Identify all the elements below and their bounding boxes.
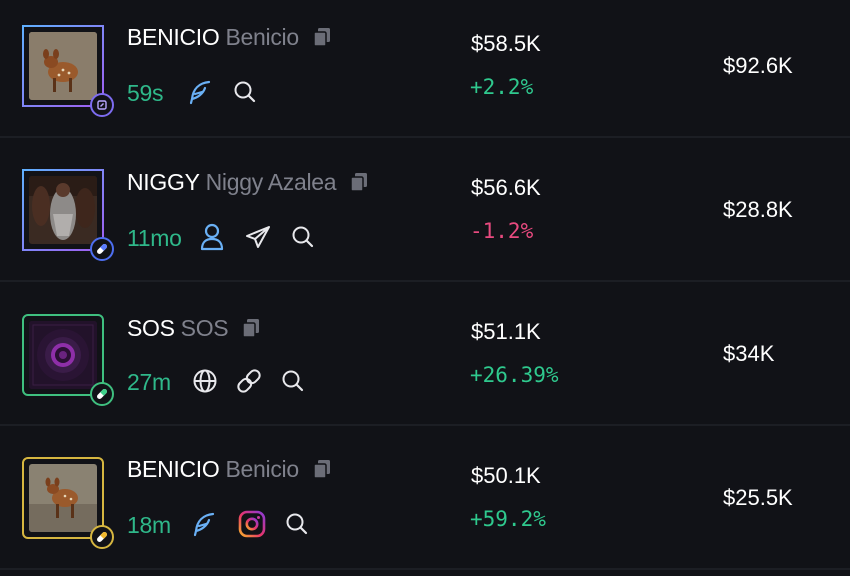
token-symbol: NIGGY (127, 169, 200, 195)
token-change: -1.2% (470, 219, 534, 243)
token-change: +59.2% (470, 507, 546, 531)
token-title: BENICIO Benicio (127, 24, 331, 53)
search-icon[interactable] (289, 223, 317, 251)
group-photo-image (29, 176, 97, 244)
pump-icon (97, 100, 107, 110)
token-symbol: SOS (127, 315, 175, 341)
token-age: 59s (127, 80, 164, 106)
token-avatar[interactable] (22, 314, 114, 406)
token-row[interactable]: BENICIO Benicio 18m $50.1K +59.2% $25.5K (0, 426, 850, 570)
token-age: 27m (127, 369, 171, 395)
token-market-cap: $34K (723, 341, 775, 366)
search-icon[interactable] (283, 510, 311, 538)
token-change: +2.2% (470, 75, 534, 99)
token-name: Benicio (225, 24, 299, 50)
token-avatar[interactable] (22, 169, 114, 261)
token-price: $56.6K (471, 175, 541, 200)
token-row[interactable]: BENICIO Benicio 59s $58.5K +2.2% $92.6K (0, 0, 850, 138)
user-icon[interactable] (198, 223, 226, 251)
token-row[interactable]: SOS SOS 27m $51.1K +26.39% $34K (0, 282, 850, 426)
pill-icon (97, 532, 107, 542)
token-name: SOS (180, 315, 229, 341)
token-title: NIGGY Niggy Azalea (127, 169, 368, 198)
globe-icon[interactable] (191, 367, 219, 395)
token-market-cap: $28.8K (723, 197, 793, 222)
pill-icon (97, 389, 107, 399)
copy-icon[interactable] (313, 458, 331, 485)
copy-icon[interactable] (350, 171, 368, 198)
token-row[interactable]: NIGGY Niggy Azalea 11mo $56.6K -1.2% $28.… (0, 138, 850, 282)
copy-icon[interactable] (242, 317, 260, 344)
token-name: Benicio (225, 456, 299, 482)
telegram-icon[interactable] (244, 223, 272, 251)
token-market-cap: $25.5K (723, 485, 793, 510)
copy-icon[interactable] (313, 26, 331, 53)
search-icon[interactable] (231, 78, 259, 106)
token-title: BENICIO Benicio (127, 456, 331, 485)
feather-icon[interactable] (186, 78, 214, 106)
link-icon[interactable] (235, 367, 263, 395)
pill-icon (97, 244, 107, 254)
vortex-image (29, 321, 97, 389)
instagram-icon[interactable] (238, 510, 266, 538)
token-market-cap: $92.6K (723, 53, 793, 78)
token-age: 18m (127, 512, 171, 538)
chain-badge (90, 525, 114, 549)
token-price: $50.1K (471, 463, 541, 488)
token-symbol: BENICIO (127, 456, 220, 482)
token-title: SOS SOS (127, 315, 260, 344)
token-price: $58.5K (471, 31, 541, 56)
token-symbol: BENICIO (127, 24, 220, 50)
token-change: +26.39% (470, 363, 559, 387)
token-name: Niggy Azalea (205, 169, 337, 195)
deer-image (29, 32, 97, 100)
token-age: 11mo (127, 225, 182, 251)
token-avatar[interactable] (22, 457, 114, 549)
token-avatar[interactable] (22, 25, 114, 117)
search-icon[interactable] (279, 367, 307, 395)
token-price: $51.1K (471, 319, 541, 344)
deer-image (29, 464, 97, 532)
chain-badge (90, 93, 114, 117)
feather-icon[interactable] (190, 510, 218, 538)
chain-badge (90, 382, 114, 406)
chain-badge (90, 237, 114, 261)
